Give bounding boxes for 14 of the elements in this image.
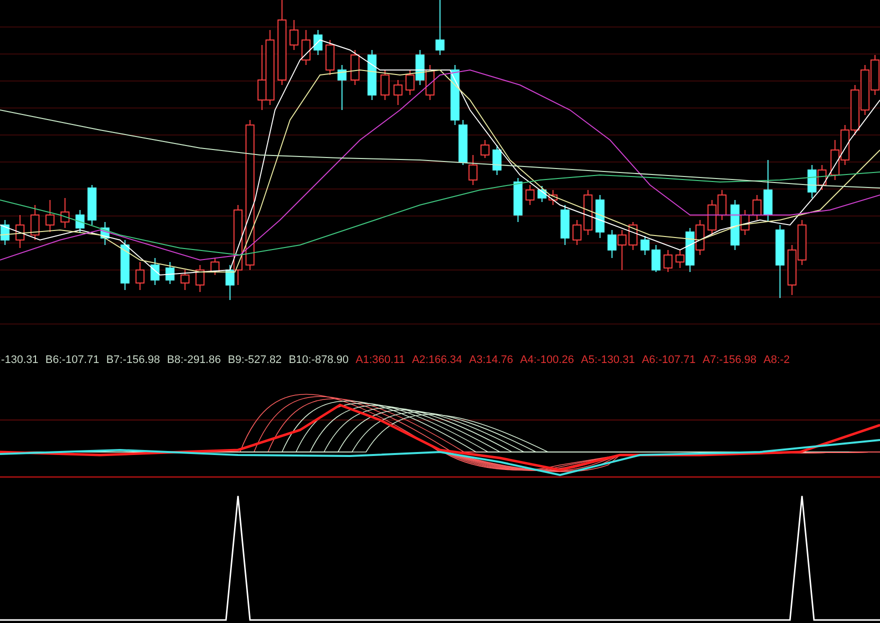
indicator-value: A2:166.34 bbox=[412, 354, 462, 366]
indicator-value: A7:-156.98 bbox=[702, 354, 756, 366]
indicator-value: A4:-100.26 bbox=[520, 354, 574, 366]
indicator-value: B7:-156.98 bbox=[106, 354, 160, 366]
indicator-value: A6:-107.71 bbox=[642, 354, 696, 366]
indicator-value: B10:-878.90 bbox=[288, 354, 349, 366]
indicator-value: A3:14.76 bbox=[469, 354, 514, 366]
indicator-value: B9:-527.82 bbox=[228, 354, 282, 366]
indicator-value: A8:-2 bbox=[763, 354, 790, 366]
indicator-value: B6:-107.71 bbox=[45, 354, 100, 366]
indicator-value: B8:-291.86 bbox=[167, 354, 221, 366]
indicator-value: :-130.31 bbox=[0, 354, 38, 366]
indicator-value: A5:-130.31 bbox=[581, 354, 635, 366]
indicator-value: A1:360.11 bbox=[356, 354, 405, 366]
